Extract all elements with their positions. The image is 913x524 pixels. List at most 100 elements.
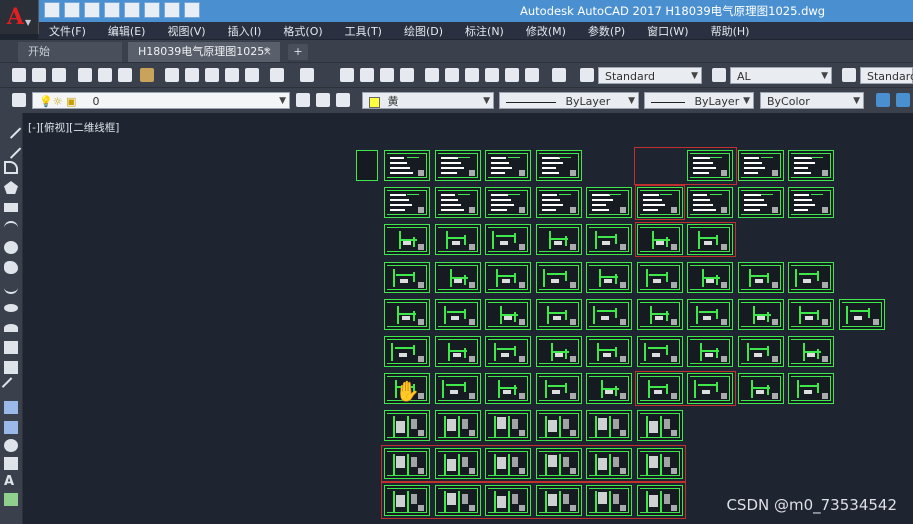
ellipse-arc-icon[interactable] xyxy=(4,324,18,332)
menu-draw[interactable]: 绘图(D) xyxy=(393,22,454,39)
help-icon[interactable] xyxy=(552,68,566,82)
new-file-icon[interactable] xyxy=(44,2,60,18)
make-block-icon[interactable] xyxy=(4,361,18,374)
circle-icon[interactable] xyxy=(4,241,18,254)
zoom-previous-icon[interactable] xyxy=(400,68,414,82)
rectangle-icon[interactable] xyxy=(4,203,18,212)
insert-block-icon[interactable] xyxy=(4,341,18,354)
design-center-icon[interactable] xyxy=(445,68,459,82)
menu-modify[interactable]: 修改(M) xyxy=(515,22,577,39)
menu-dimension[interactable]: 标注(N) xyxy=(454,22,515,39)
layer-select[interactable]: 💡☼ ▣ 0 ▼ xyxy=(32,92,290,109)
point-icon[interactable] xyxy=(1,377,23,398)
new-tab-button[interactable]: + xyxy=(288,44,308,60)
aligned-dimension-icon[interactable] xyxy=(896,93,910,107)
print-preview-icon[interactable] xyxy=(98,68,112,82)
title-block-line xyxy=(476,377,478,401)
region-icon[interactable] xyxy=(4,439,18,452)
construction-line-icon[interactable] xyxy=(0,138,22,159)
drawing-sheet xyxy=(434,336,481,367)
paste-icon[interactable] xyxy=(205,68,219,82)
undo-icon[interactable] xyxy=(144,2,160,18)
zoom-window-icon[interactable] xyxy=(380,68,394,82)
menu-format[interactable]: 格式(O) xyxy=(272,22,333,39)
text-style-select[interactable]: Standard ▼ xyxy=(598,67,702,84)
open-icon[interactable] xyxy=(32,68,46,82)
pan-icon[interactable] xyxy=(340,68,354,82)
title-block-line xyxy=(527,340,528,363)
save-icon[interactable] xyxy=(52,68,66,82)
layer-properties-icon[interactable] xyxy=(12,93,26,107)
ellipse-icon[interactable] xyxy=(4,304,18,312)
properties-icon[interactable] xyxy=(425,68,439,82)
publish-icon[interactable] xyxy=(118,68,132,82)
table-style-select[interactable]: Standard xyxy=(860,67,913,84)
drawing-canvas[interactable]: [-][俯视][二维线框] ✋ xyxy=(23,113,913,524)
redo-icon[interactable] xyxy=(164,2,180,18)
menu-insert[interactable]: 插入(I) xyxy=(217,22,273,39)
multiline-text-icon[interactable]: A xyxy=(4,475,18,488)
title-block-line xyxy=(628,191,629,215)
zoom-realtime-icon[interactable] xyxy=(360,68,374,82)
menu-parameters[interactable]: 参数(P) xyxy=(577,22,636,39)
linear-dimension-icon[interactable] xyxy=(876,93,890,107)
lineweight-select[interactable]: ByLayer ▼ xyxy=(644,92,754,109)
menu-help[interactable]: 帮助(H) xyxy=(700,22,761,39)
print-icon[interactable] xyxy=(78,68,92,82)
dim-style-select[interactable]: AL ▼ xyxy=(730,67,832,84)
schematic-wire xyxy=(496,235,514,238)
terminal-block xyxy=(663,419,670,430)
close-tab-icon[interactable]: × xyxy=(263,42,272,62)
viewport-controls-label[interactable]: [-][俯视][二维线框] xyxy=(28,120,119,135)
polygon-icon[interactable] xyxy=(4,181,18,194)
table-icon[interactable] xyxy=(4,457,18,470)
tab-drawing[interactable]: H18039电气原理图1025* × xyxy=(128,42,280,62)
line-icon[interactable] xyxy=(0,118,22,139)
customize-qat-icon[interactable] xyxy=(184,2,200,18)
arc-icon[interactable] xyxy=(4,221,18,234)
new-icon[interactable] xyxy=(12,68,26,82)
hatch-icon[interactable] xyxy=(4,401,18,414)
gradient-icon[interactable] xyxy=(4,421,18,434)
quickcalc-icon[interactable] xyxy=(525,68,539,82)
open-file-icon[interactable] xyxy=(64,2,80,18)
sheet-set-icon[interactable] xyxy=(485,68,499,82)
menu-tools[interactable]: 工具(T) xyxy=(334,22,393,39)
layer-previous-icon[interactable] xyxy=(316,93,330,107)
autocad-logo-icon: A xyxy=(6,4,24,30)
spline-icon[interactable] xyxy=(4,281,18,294)
match-properties-icon[interactable] xyxy=(245,68,259,82)
paste-block-icon[interactable] xyxy=(225,68,239,82)
undo-icon[interactable] xyxy=(270,68,284,82)
schematic-text xyxy=(743,199,764,202)
plotstyle-select[interactable]: ByColor ▼ xyxy=(760,92,864,109)
3d-dwf-icon[interactable] xyxy=(140,68,154,82)
tool-palettes-icon[interactable] xyxy=(465,68,479,82)
cut-icon[interactable] xyxy=(165,68,179,82)
application-menu-button[interactable]: A ▼ xyxy=(0,0,39,34)
add-selected-icon[interactable] xyxy=(4,493,18,506)
plot-icon[interactable] xyxy=(124,2,140,18)
polyline-icon[interactable] xyxy=(4,161,18,174)
color-select[interactable]: 黄 ▼ xyxy=(362,92,494,109)
make-current-layer-icon[interactable] xyxy=(296,93,310,107)
redo-icon[interactable] xyxy=(300,68,314,82)
linetype-select[interactable]: ByLayer ▼ xyxy=(499,92,639,109)
schematic-component xyxy=(803,278,811,283)
menu-view[interactable]: 视图(V) xyxy=(156,22,216,39)
save-as-icon[interactable] xyxy=(104,2,120,18)
save-icon[interactable] xyxy=(84,2,100,18)
sheet-frame-line xyxy=(488,400,528,402)
markup-icon[interactable] xyxy=(505,68,519,82)
layer-match-icon[interactable] xyxy=(336,93,350,107)
tab-start[interactable]: 开始 xyxy=(18,42,122,62)
terminal-column xyxy=(558,416,561,438)
copy-icon[interactable] xyxy=(185,68,199,82)
schematic-text xyxy=(794,194,809,197)
menu-file[interactable]: 文件(F) xyxy=(38,22,97,39)
sheet-frame-line xyxy=(538,177,579,178)
menu-edit[interactable]: 编辑(E) xyxy=(97,22,157,39)
menu-window[interactable]: 窗口(W) xyxy=(636,22,699,39)
revision-cloud-icon[interactable] xyxy=(4,261,18,274)
schematic-text xyxy=(390,167,410,169)
